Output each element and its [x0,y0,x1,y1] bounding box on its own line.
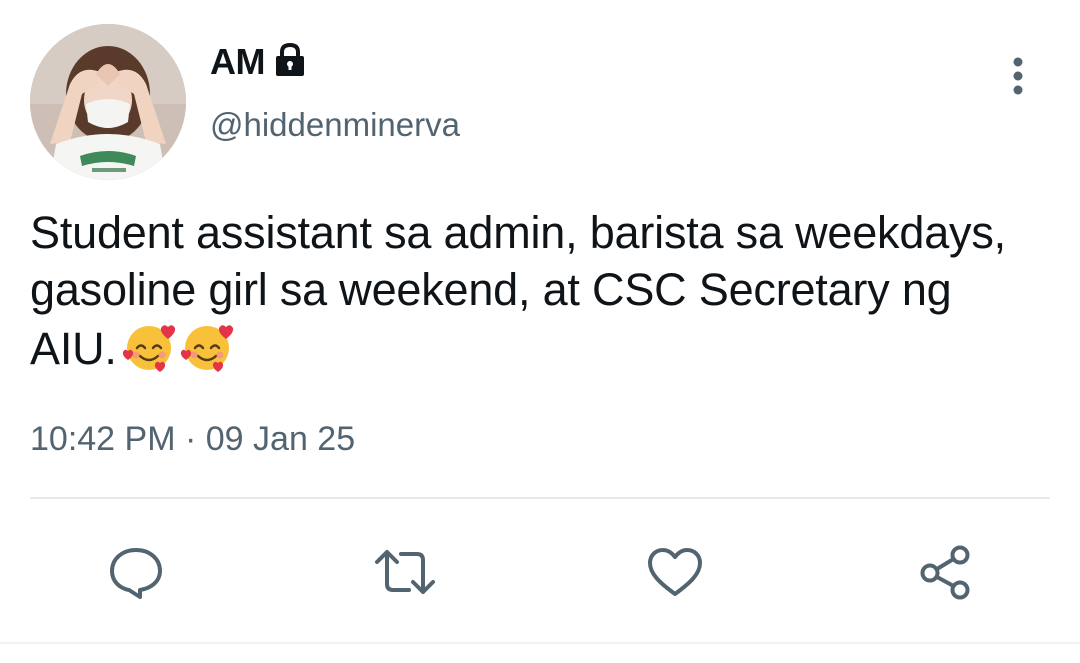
display-name[interactable]: AM [210,41,266,83]
more-options-button[interactable] [998,52,1038,100]
share-icon [920,545,970,600]
lock-icon [273,42,307,78]
tweet-timestamp[interactable]: 10:42 PM · 09 Jan 25 [30,420,355,459]
tweet-time: 10:42 PM [30,420,176,458]
bottom-divider [0,642,1080,644]
reply-icon [110,548,162,599]
share-button[interactable] [913,540,977,604]
avatar[interactable] [30,24,186,180]
more-vertical-icon [1013,57,1023,95]
like-button[interactable] [643,540,707,604]
smiling-face-with-hearts-icon [121,318,177,387]
timestamp-separator: · [184,420,197,458]
tweet-card: AM @hiddenminerva Student assistant sa a… [0,0,1080,663]
avatar-image [30,24,186,180]
heart-icon [648,548,702,596]
retweet-button[interactable] [373,540,437,604]
user-handle[interactable]: @hiddenminerva [210,106,460,144]
divider [30,497,1050,499]
tweet-date: 09 Jan 25 [205,420,356,458]
user-info: AM [210,40,307,84]
smiling-face-with-hearts-icon [179,318,235,387]
tweet-text: Student assistant sa admin, barista sa w… [30,204,1040,387]
reply-button[interactable] [104,540,168,604]
retweet-icon [375,550,435,594]
